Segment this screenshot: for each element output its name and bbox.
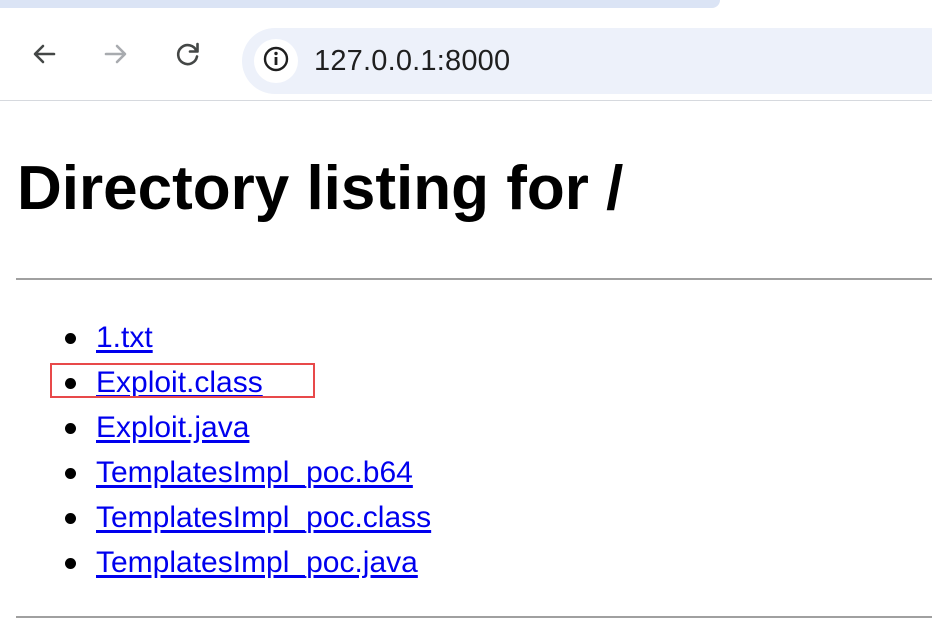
info-icon [262, 45, 290, 78]
highlight-annotation-box [50, 363, 315, 398]
back-button[interactable] [28, 38, 60, 70]
file-link[interactable]: TemplatesImpl_poc.java [96, 546, 418, 579]
forward-arrow-icon [102, 40, 130, 68]
list-item: TemplatesImpl_poc.java [60, 540, 431, 585]
bullet-icon [65, 558, 76, 569]
file-list: 1.txt Exploit.class Exploit.java Templat… [60, 315, 431, 585]
url-text[interactable]: 127.0.0.1:8000 [314, 46, 510, 76]
forward-button[interactable] [100, 38, 132, 70]
bullet-icon [65, 513, 76, 524]
tab-strip [0, 0, 720, 8]
file-link[interactable]: TemplatesImpl_poc.class [96, 501, 431, 534]
site-info-button[interactable] [254, 39, 298, 83]
page-content: Directory listing for / 1.txt Exploit.cl… [0, 101, 932, 622]
file-link[interactable]: Exploit.java [96, 411, 249, 444]
horizontal-rule-top [16, 278, 932, 280]
list-item: TemplatesImpl_poc.b64 [60, 450, 431, 495]
reload-icon [174, 40, 202, 68]
back-arrow-icon [30, 40, 58, 68]
bullet-icon [65, 333, 76, 344]
file-link[interactable]: 1.txt [96, 321, 153, 354]
reload-button[interactable] [172, 38, 204, 70]
bullet-icon [65, 468, 76, 479]
list-item: Exploit.java [60, 405, 431, 450]
browser-toolbar: 127.0.0.1:8000 [0, 8, 932, 100]
list-item: TemplatesImpl_poc.class [60, 495, 431, 540]
bullet-icon [65, 423, 76, 434]
horizontal-rule-bottom [16, 616, 932, 618]
file-link[interactable]: TemplatesImpl_poc.b64 [96, 456, 413, 489]
list-item: 1.txt [60, 315, 431, 360]
page-title: Directory listing for / [17, 154, 624, 223]
address-bar[interactable]: 127.0.0.1:8000 [242, 28, 932, 94]
